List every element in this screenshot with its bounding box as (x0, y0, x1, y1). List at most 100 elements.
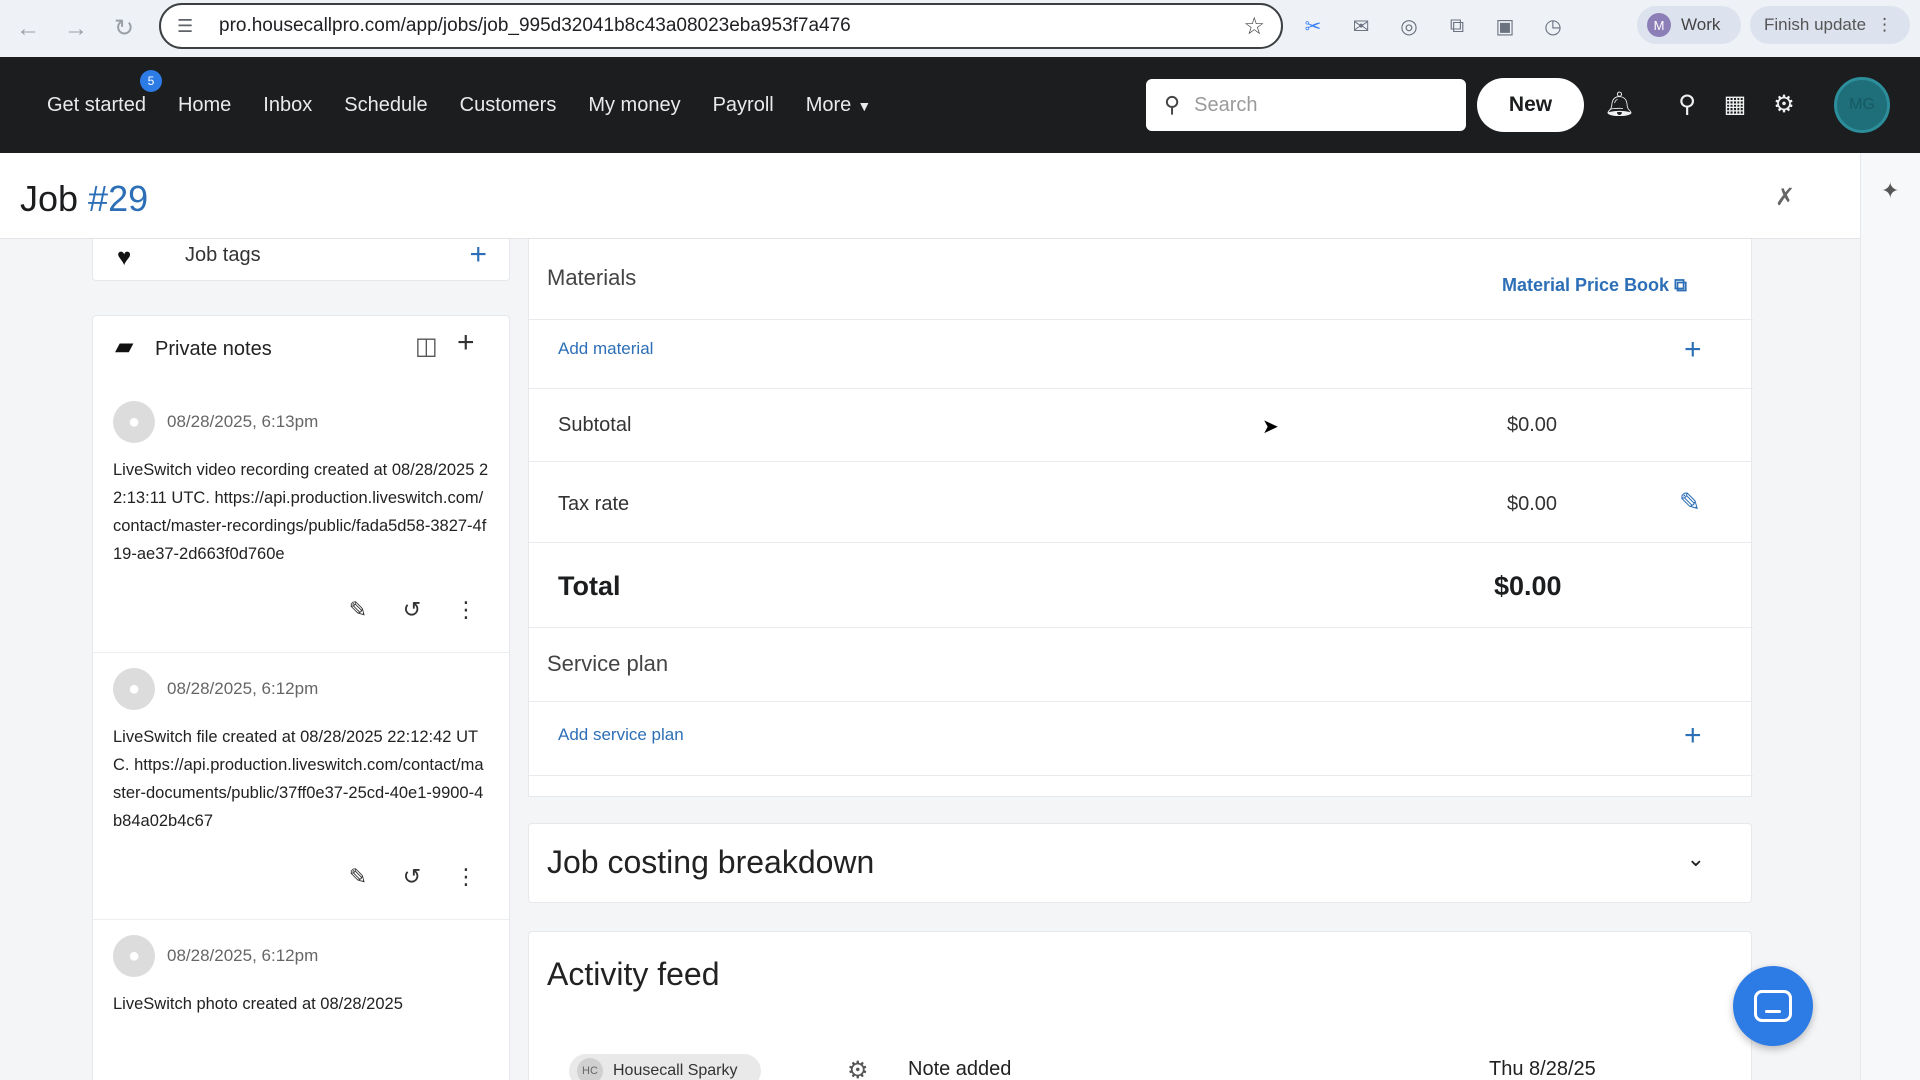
divider (529, 388, 1753, 389)
extension-circle-icon[interactable]: ◎ (1396, 14, 1422, 39)
add-tag-button[interactable]: + (469, 239, 487, 272)
extensions-puzzle-icon[interactable]: ⧉ (1444, 15, 1470, 38)
page-header: Job #29 ✗ (0, 153, 1860, 239)
total-value: $0.00 (1494, 571, 1562, 601)
address-bar[interactable]: ☰ pro.housecallpro.com/app/jobs/job_995d… (159, 3, 1283, 49)
nav-home[interactable]: Home (178, 94, 231, 117)
job-tags-label: Job tags (185, 244, 261, 266)
gear-icon[interactable]: ⚙ (1769, 90, 1799, 119)
materials-title: Materials (547, 265, 637, 290)
material-price-book-label: Material Price Book (1502, 275, 1670, 295)
materials-card: Materials Material Price Book ⧉ Add mate… (528, 239, 1753, 797)
nav-schedule[interactable]: Schedule (344, 94, 427, 117)
nav-label: More (805, 93, 852, 116)
kebab-menu-icon[interactable]: ⋮ (453, 597, 479, 623)
external-link-icon: ⧉ (1674, 275, 1687, 295)
add-note-button[interactable]: + (457, 326, 475, 360)
forward-icon[interactable]: → (56, 9, 96, 49)
search-box[interactable]: ⚲ (1146, 79, 1466, 131)
kebab-menu-icon[interactable]: ⋮ (453, 864, 479, 890)
app-navbar: Get started 5 Home Inbox Schedule Custom… (0, 57, 1920, 153)
chevron-down-icon[interactable]: ⌄ (1687, 846, 1705, 872)
service-plan-title: Service plan (547, 651, 669, 676)
extension-scissors-icon[interactable]: ✂ (1300, 14, 1326, 39)
profile-avatar: M (1647, 13, 1671, 37)
nav-my-money[interactable]: My money (588, 94, 680, 117)
left-column: ♥ Job tags + ▰ Private notes ◫ + ● 08/28… (92, 239, 510, 1080)
actor-avatar: HC (577, 1058, 603, 1080)
url-text[interactable]: pro.housecallpro.com/app/jobs/job_995d32… (219, 15, 1243, 37)
chat-icon (1754, 990, 1792, 1022)
add-service-plan-link[interactable]: Add service plan (558, 725, 684, 745)
divider (529, 319, 1753, 320)
bell-icon[interactable]: 🔔︎ (1604, 90, 1634, 119)
profile-chip[interactable]: M Work (1637, 6, 1741, 44)
page-title: Job #29 (20, 178, 148, 220)
note-text: LiveSwitch photo created at 08/28/2025 (113, 995, 403, 1013)
search-input[interactable] (1194, 93, 1435, 117)
site-settings-icon[interactable]: ☰ (177, 16, 205, 37)
split-view-icon[interactable]: ◫ (415, 332, 438, 361)
bookmark-star-icon[interactable]: ☆ (1243, 12, 1265, 41)
nav-more[interactable]: More ▼ (806, 94, 871, 117)
apps-grid-icon[interactable]: ▦ (1720, 90, 1750, 119)
profile-label: Work (1681, 15, 1721, 34)
activity-feed-title: Activity feed (547, 956, 720, 992)
total-label: Total (558, 571, 621, 601)
subtotal-label: Subtotal (558, 414, 632, 436)
avatar-icon: ● (113, 935, 155, 977)
user-avatar[interactable]: MG (1834, 77, 1890, 133)
activity-date: Thu 8/28/25 (1489, 1058, 1596, 1080)
nav-get-started[interactable]: Get started 5 (47, 69, 162, 117)
extension-history-icon[interactable]: ◷ (1540, 14, 1566, 39)
actor-chip: HC Housecall Sparky (569, 1054, 761, 1080)
new-button[interactable]: New (1477, 78, 1584, 132)
search-icon: ⚲ (1164, 92, 1181, 117)
pencil-icon[interactable]: ✎ (345, 597, 371, 623)
job-costing-card[interactable]: Job costing breakdown ⌄ (528, 823, 1752, 903)
reload-icon[interactable]: ↻ (104, 9, 144, 49)
finish-update-button[interactable]: Finish update ⋮ (1750, 6, 1910, 44)
divider (529, 627, 1753, 628)
pencil-icon[interactable]: ✎ (345, 864, 371, 890)
mouse-cursor-icon: ➤ (1262, 416, 1279, 438)
tag-icon: ♥ (117, 244, 132, 271)
nav-items: Get started 5 Home Inbox Schedule Custom… (47, 69, 903, 117)
extension-mail-icon[interactable]: ✉ (1348, 14, 1374, 39)
history-icon[interactable]: ↺ (399, 597, 425, 623)
job-tags-card: ♥ Job tags + (92, 239, 510, 281)
map-pin-icon[interactable]: ⚲ (1672, 90, 1702, 119)
activity-text: Note added (908, 1058, 1012, 1080)
right-rail: ✦ (1860, 153, 1920, 1080)
divider (529, 701, 1753, 702)
nav-badge: 5 (139, 69, 162, 92)
note-date: 08/28/2025, 6:12pm (167, 946, 319, 965)
add-material-plus-button[interactable]: + (1684, 333, 1702, 367)
broom-icon[interactable]: ✗ (1775, 183, 1795, 212)
nav-customers[interactable]: Customers (460, 94, 557, 117)
divider (529, 542, 1753, 543)
note-item: ● 08/28/2025, 6:12pm LiveSwitch photo cr… (93, 920, 509, 1018)
chat-launcher-button[interactable] (1733, 966, 1813, 1046)
private-notes-label: Private notes (155, 338, 272, 360)
nav-payroll[interactable]: Payroll (713, 94, 774, 117)
tax-rate-label: Tax rate (558, 493, 630, 515)
extension-window-icon[interactable]: ▣ (1492, 14, 1518, 39)
history-icon[interactable]: ↺ (399, 864, 425, 890)
note-item: ● 08/28/2025, 6:13pm LiveSwitch video re… (93, 386, 509, 653)
edit-tax-pencil-icon[interactable]: ✎ (1679, 487, 1701, 518)
private-notes-card: ▰ Private notes ◫ + ● 08/28/2025, 6:13pm… (92, 315, 510, 1080)
finish-update-label: Finish update (1764, 15, 1867, 34)
nav-inbox[interactable]: Inbox (263, 94, 312, 117)
job-number: #29 (88, 178, 149, 219)
extension-icons: ✂ ✉ ◎ ⧉ ▣ ◷ (1300, 0, 1566, 52)
activity-feed-card: Activity feed HC Housecall Sparky ⚙ Note… (528, 931, 1752, 1080)
note-item: ● 08/28/2025, 6:12pm LiveSwitch file cre… (93, 653, 509, 920)
actor-name: Housecall Sparky (613, 1062, 738, 1079)
sparkle-icon[interactable]: ✦ (1881, 178, 1899, 204)
back-icon[interactable]: ← (8, 9, 48, 49)
private-notes-header: ▰ Private notes ◫ + (93, 316, 509, 386)
add-material-link[interactable]: Add material (558, 339, 653, 359)
material-price-book-link[interactable]: Material Price Book ⧉ (1502, 275, 1687, 296)
add-service-plan-plus-button[interactable]: + (1684, 719, 1702, 753)
